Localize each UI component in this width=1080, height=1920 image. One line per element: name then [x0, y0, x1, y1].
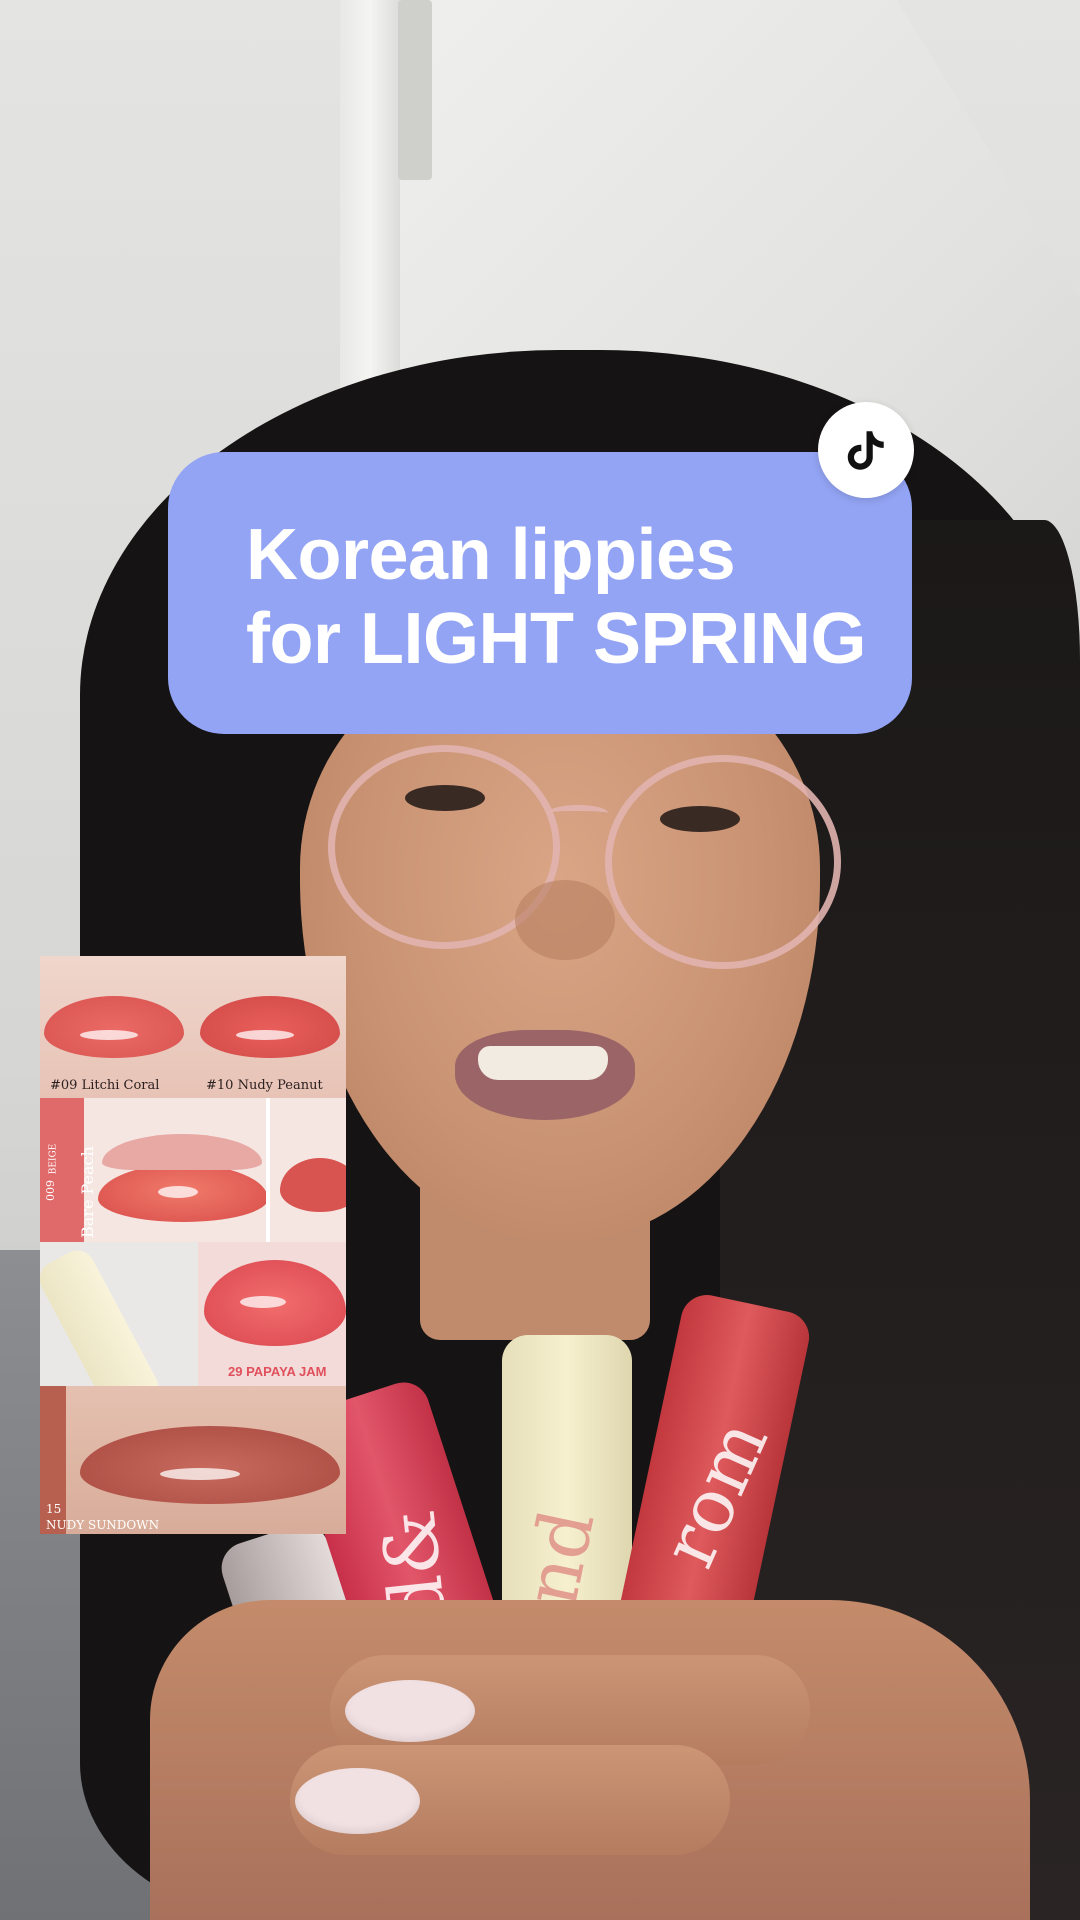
- shade-label: #09 Litchi Coral: [50, 1078, 160, 1093]
- lip-shine: [240, 1296, 286, 1308]
- shade-number: 15: [46, 1502, 62, 1516]
- shade-label: #10 Nudy Peanut: [206, 1078, 323, 1093]
- lip-swatch: [102, 1134, 262, 1170]
- lip-shine: [236, 1030, 294, 1040]
- cream-tube: [40, 1244, 165, 1386]
- glasses-bridge: [548, 805, 608, 821]
- lip-shine: [80, 1030, 138, 1040]
- shade-name: NUDY SUNDOWN: [46, 1518, 160, 1532]
- swatch-tile-papaya-jam: 29 PAPAYA JAM: [40, 1242, 346, 1386]
- teeth: [478, 1046, 608, 1080]
- lip-shine: [160, 1468, 240, 1480]
- door-hinge: [398, 0, 432, 180]
- lip-swatch: [44, 996, 184, 1058]
- tiktok-logo-icon: [818, 402, 914, 498]
- shade-name: Bare Peach: [78, 1146, 97, 1238]
- lip-swatch: [200, 996, 340, 1058]
- fingernail: [295, 1768, 420, 1834]
- caption-line-1: Korean lippies: [246, 515, 736, 595]
- shade-badge: BEIGE: [48, 1143, 59, 1175]
- nose: [515, 880, 615, 960]
- shade-label: 29 PAPAYA JAM: [228, 1364, 327, 1379]
- glasses-right-lens: [605, 755, 841, 969]
- lip-swatch: [80, 1426, 340, 1504]
- lip-swatch: [280, 1158, 346, 1212]
- fingernail: [345, 1680, 475, 1742]
- lip-shine: [158, 1186, 198, 1198]
- product-collage: #09 Litchi Coral #10 Nudy Peanut 009 BEI…: [40, 956, 346, 1534]
- divider: [266, 1098, 270, 1242]
- brand-mark: nd: [507, 1502, 612, 1614]
- shade-number: 009: [44, 1180, 57, 1201]
- swatch-tile-nudy-sundown: 15 NUDY SUNDOWN: [40, 1386, 346, 1534]
- swatch-tile-bare-peach: 009 BEIGE Bare Peach: [40, 1098, 346, 1242]
- swatch-tile-litchi-nudy: #09 Litchi Coral #10 Nudy Peanut: [40, 956, 346, 1098]
- caption-bubble: Korean lippies for LIGHT SPRING: [168, 452, 912, 734]
- caption-line-2: for LIGHT SPRING: [246, 599, 867, 679]
